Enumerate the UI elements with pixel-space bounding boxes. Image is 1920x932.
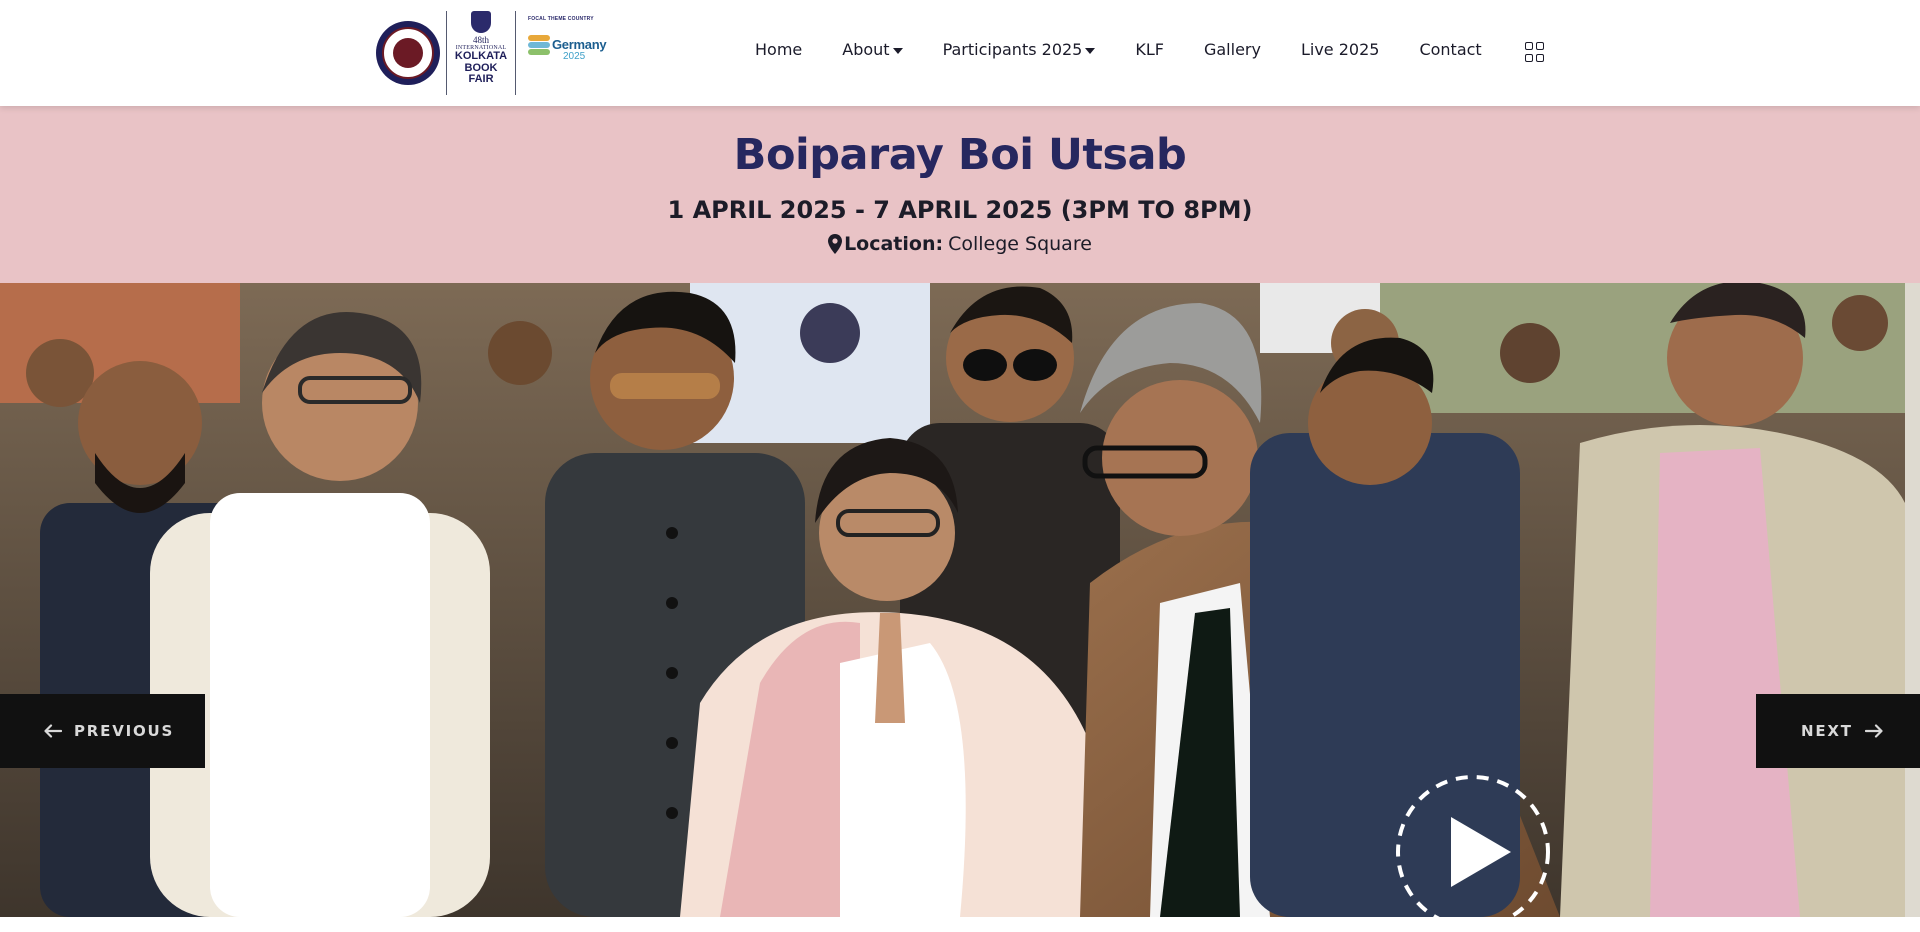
kolkata-book-fair-logo[interactable]: 48th INTERNATIONAL KOLKATA BOOK FAIR bbox=[453, 11, 509, 95]
event-banner: Boiparay Boi Utsab 1 APRIL 2025 - 7 APRI… bbox=[0, 106, 1920, 283]
focal-theme-logo[interactable]: FOCAL THEME COUNTRY Germany 2025 bbox=[522, 11, 607, 95]
wave-flag-icon bbox=[528, 35, 550, 61]
caret-down-icon bbox=[892, 48, 903, 54]
event-location: Location: College Square bbox=[0, 233, 1920, 255]
event-title: Boiparay Boi Utsab bbox=[733, 130, 1187, 180]
arrow-right-icon bbox=[1864, 724, 1883, 738]
nav-participants-2025[interactable]: Participants 2025 bbox=[943, 40, 1096, 59]
publishers-guild-seal-logo[interactable] bbox=[376, 21, 440, 85]
site-header: 48th INTERNATIONAL KOLKATA BOOK FAIR FOC… bbox=[0, 0, 1920, 106]
previous-button[interactable]: PREVIOUS bbox=[0, 694, 205, 768]
nav-live-2025[interactable]: Live 2025 bbox=[1301, 40, 1379, 59]
arrow-left-icon bbox=[44, 724, 62, 738]
focal-theme-country: Germany bbox=[552, 37, 607, 52]
previous-label: PREVIOUS bbox=[74, 722, 175, 740]
next-label: NEXT bbox=[1801, 722, 1853, 740]
logo-group[interactable]: 48th INTERNATIONAL KOLKATA BOOK FAIR FOC… bbox=[376, 10, 607, 96]
event-photo bbox=[0, 283, 1905, 917]
slider-edge bbox=[1905, 283, 1920, 917]
fair-name-line: KOLKATA bbox=[454, 50, 508, 62]
photo-slider[interactable] bbox=[0, 283, 1905, 917]
nav-about[interactable]: About bbox=[842, 40, 903, 59]
focal-theme-caption: FOCAL THEME COUNTRY bbox=[528, 16, 594, 22]
logo-divider bbox=[446, 11, 447, 95]
shield-icon bbox=[471, 11, 491, 33]
location-label: Location: bbox=[844, 233, 944, 255]
fair-edition: 48th bbox=[472, 35, 489, 45]
main-nav: Home About Participants 2025 KLF Gallery… bbox=[755, 40, 1522, 59]
nav-contact[interactable]: Contact bbox=[1419, 40, 1481, 59]
play-icon[interactable] bbox=[1393, 772, 1553, 932]
grid-menu-icon[interactable] bbox=[1525, 42, 1545, 62]
map-pin-icon bbox=[828, 234, 843, 254]
logo-divider bbox=[515, 11, 516, 95]
next-button[interactable]: NEXT bbox=[1756, 694, 1920, 768]
location-value: College Square bbox=[948, 233, 1092, 255]
fair-name-line: FAIR bbox=[468, 73, 494, 86]
event-dates: 1 APRIL 2025 - 7 APRIL 2025 (3PM TO 8PM) bbox=[667, 196, 1253, 224]
focal-theme-year: 2025 bbox=[563, 51, 586, 62]
nav-klf[interactable]: KLF bbox=[1135, 40, 1164, 59]
nav-home[interactable]: Home bbox=[755, 40, 802, 59]
caret-down-icon bbox=[1085, 48, 1096, 54]
nav-gallery[interactable]: Gallery bbox=[1204, 40, 1261, 59]
